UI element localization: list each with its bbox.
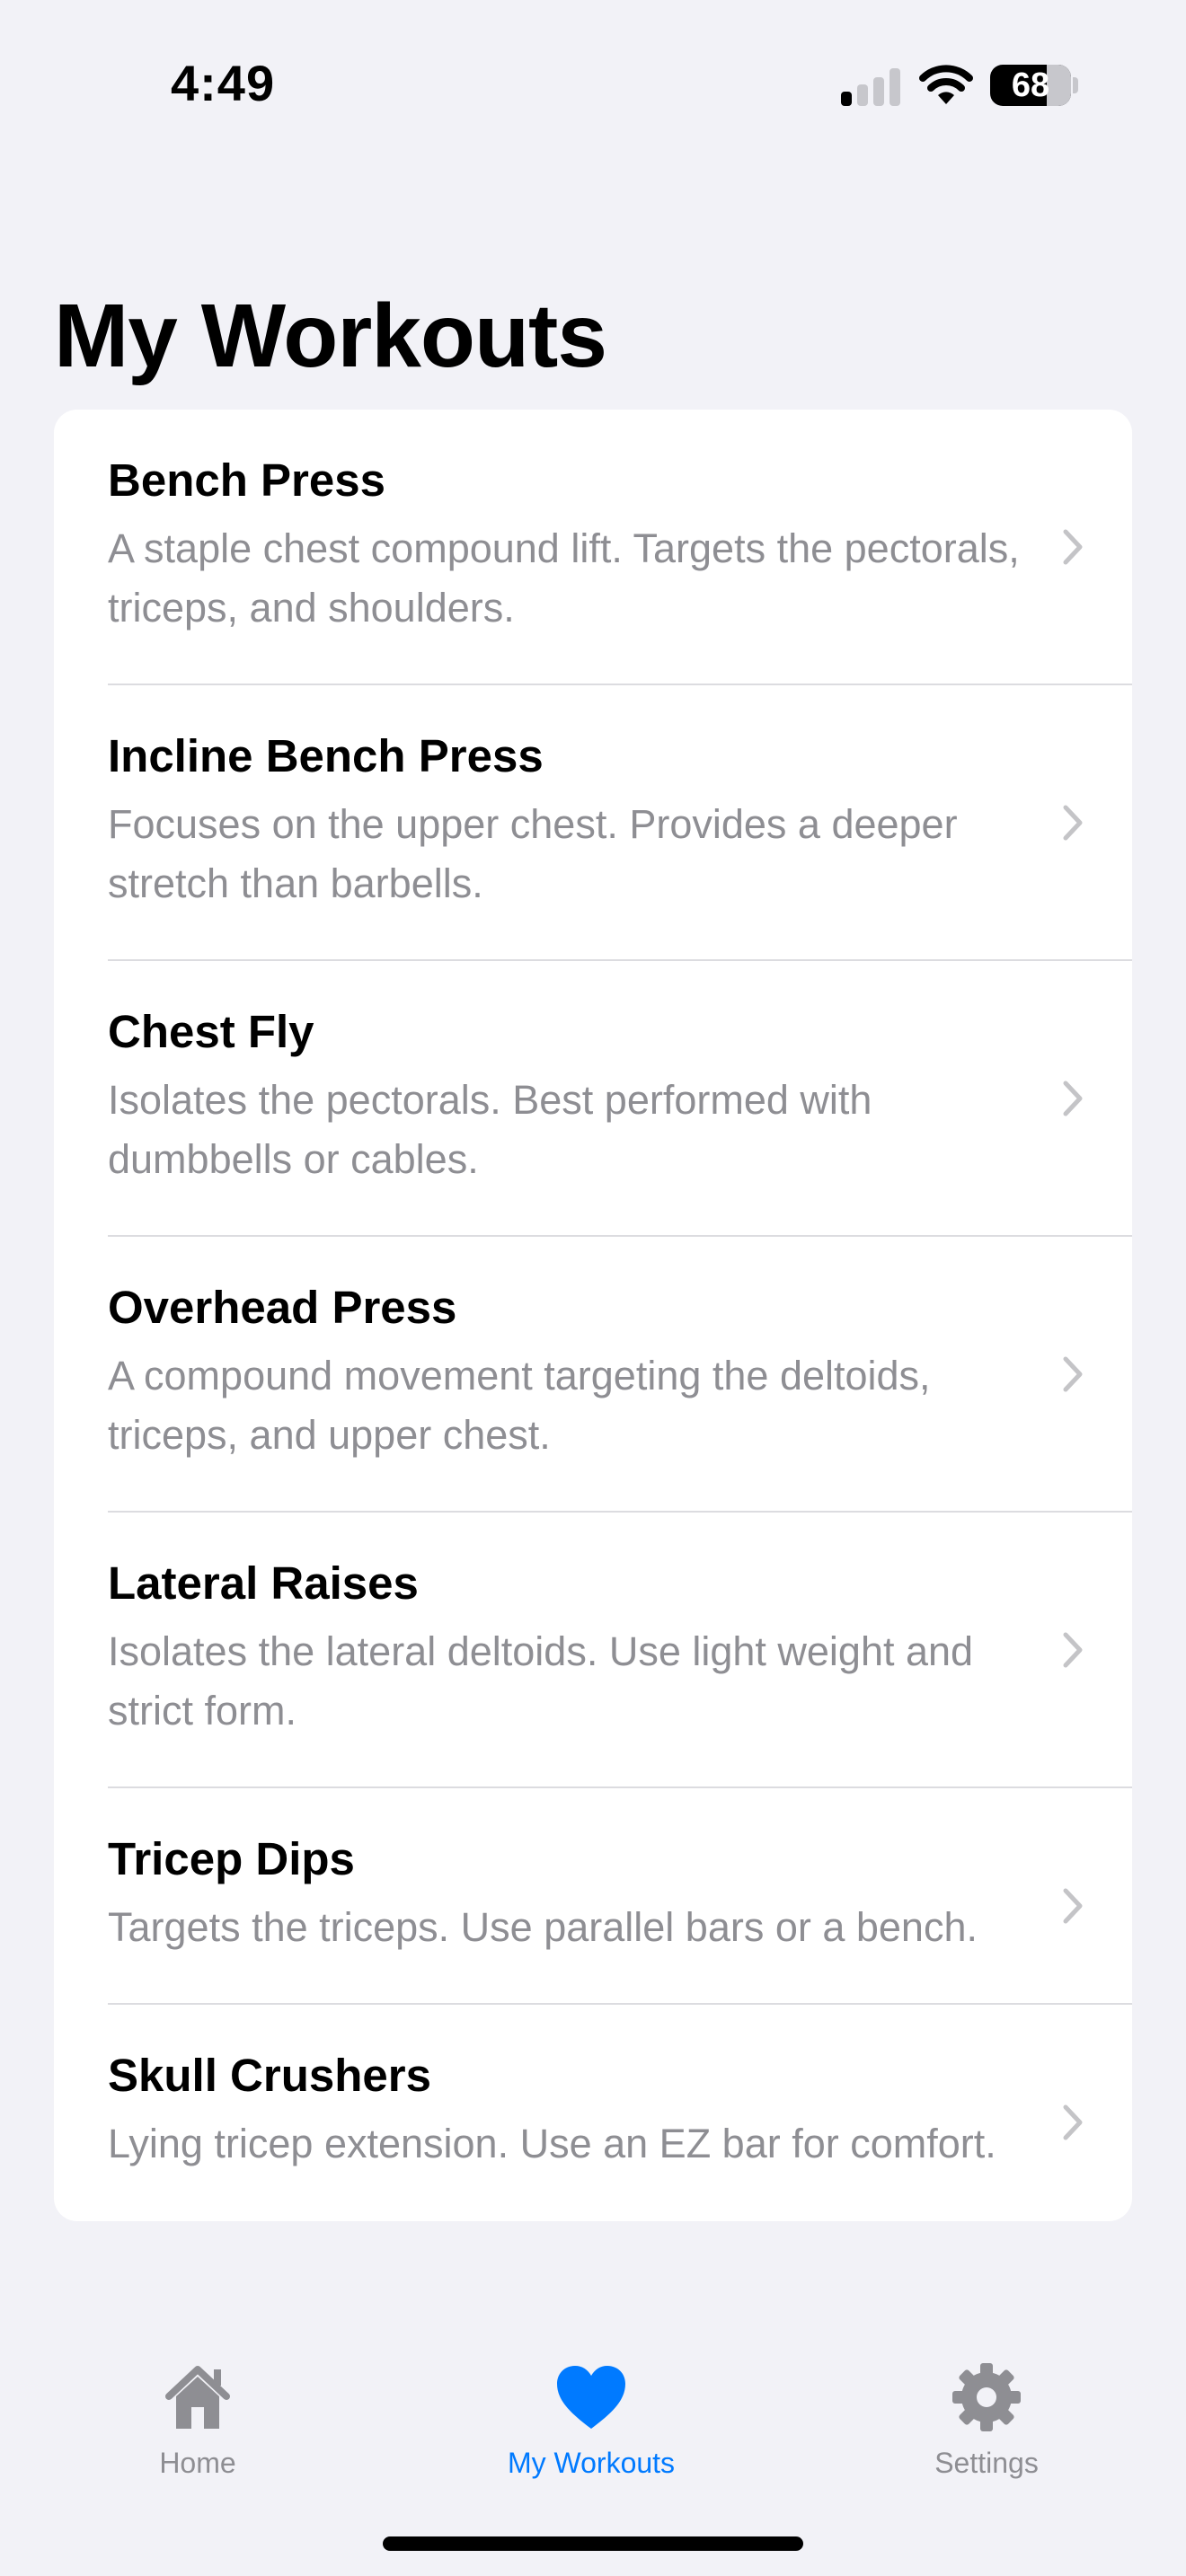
workout-description: A compound movement targeting the deltoi… [108,1353,931,1458]
battery-nub [1073,77,1078,93]
workout-row-tricep-dips[interactable]: Tricep Dips Targets the triceps. Use par… [54,1788,1132,2005]
heart-icon [557,2366,625,2429]
screen: 4:49 68 My Workouts Bench Press A staple… [0,0,1186,2576]
tab-label-my-workouts: My Workouts [507,2447,676,2479]
chevron-right-icon [1063,1632,1083,1668]
workout-title: Skull Crushers [108,2050,431,2101]
tab-settings[interactable]: Settings [852,2362,1121,2480]
workout-title: Chest Fly [108,1006,314,1057]
workout-description: Lying tricep extension. Use an EZ bar fo… [108,2121,996,2166]
home-indicator[interactable] [383,2536,803,2551]
tab-home[interactable]: Home [63,2362,332,2480]
chevron-right-icon [1063,2104,1083,2140]
tab-label-home: Home [159,2447,236,2479]
workout-description: A staple chest compound lift. Targets th… [108,525,1020,631]
chevron-right-icon [1063,1888,1083,1924]
chevron-right-icon [1063,529,1083,565]
battery-level: 68 [1011,66,1050,104]
wifi-icon [919,65,973,104]
house-icon [165,2366,230,2429]
workout-row-bench-press[interactable]: Bench Press A staple chest compound lift… [54,410,1132,685]
chevron-right-icon [1063,1081,1083,1116]
chevron-right-icon [1063,805,1083,841]
workout-row-chest-fly[interactable]: Chest Fly Isolates the pectorals. Best p… [54,961,1132,1237]
tab-my-workouts[interactable]: My Workouts [456,2362,726,2480]
workout-title: Lateral Raises [108,1557,419,1609]
workout-row-lateral-raises[interactable]: Lateral Raises Isolates the lateral delt… [54,1513,1132,1788]
workout-title: Incline Bench Press [108,730,544,781]
gear-icon [952,2363,1021,2431]
tab-label-settings: Settings [934,2447,1039,2479]
workout-title: Bench Press [108,454,385,506]
workout-description: Isolates the lateral deltoids. Use light… [108,1628,974,1734]
workout-list: Bench Press A staple chest compound lift… [54,410,1132,2221]
workout-row-overhead-press[interactable]: Overhead Press A compound movement targe… [54,1237,1132,1513]
status-time: 4:49 [171,55,276,111]
battery-icon: 68 [990,65,1071,106]
workout-description: Targets the triceps. Use parallel bars o… [108,1904,978,1950]
page-title: My Workouts [54,286,607,386]
workout-description: Focuses on the upper chest. Provides a d… [108,801,958,906]
chevron-right-icon [1063,1356,1083,1392]
workout-description: Isolates the pectorals. Best performed w… [108,1077,872,1182]
workout-row-incline-bench-press[interactable]: Incline Bench Press Focuses on the upper… [54,685,1132,961]
cellular-signal-icon [841,66,900,106]
workout-title: Tricep Dips [108,1833,355,1884]
workout-row-skull-crushers[interactable]: Skull Crushers Lying tricep extension. U… [54,2005,1132,2221]
workout-title: Overhead Press [108,1282,457,1333]
